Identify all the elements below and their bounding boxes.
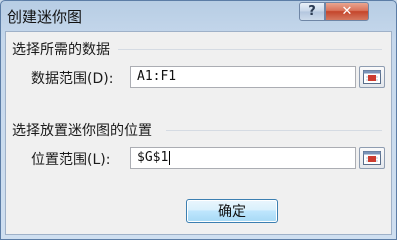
create-sparklines-dialog: 创建迷你图 ? ✕ 选择所需的数据 数据范围(D): A1:F1 选择放置迷你图… [0, 0, 397, 240]
location-section-heading: 选择放置迷你图的位置 [12, 123, 152, 139]
close-icon: ✕ [341, 4, 353, 19]
data-range-input[interactable]: A1:F1 [130, 66, 356, 88]
location-section-divider [166, 130, 382, 131]
dialog-title: 创建迷你图 [7, 8, 83, 26]
help-button[interactable]: ? [299, 2, 325, 21]
location-range-value: $G$1 [137, 150, 169, 165]
location-range-picker-button[interactable] [359, 147, 385, 169]
location-range-input[interactable]: $G$1 [130, 147, 356, 169]
ok-button[interactable]: 确定 [186, 199, 278, 223]
collapse-dialog-icon [363, 70, 381, 84]
data-range-value: A1:F1 [137, 69, 177, 84]
data-section-divider [118, 49, 382, 50]
collapse-dialog-icon [363, 151, 381, 165]
close-button[interactable]: ✕ [325, 2, 369, 21]
text-caret [169, 150, 171, 165]
title-bar[interactable]: 创建迷你图 ? ✕ [1, 1, 396, 31]
data-section-heading: 选择所需的数据 [12, 42, 110, 58]
data-range-label: 数据范围(D): [31, 71, 114, 87]
dialog-body: 选择所需的数据 数据范围(D): A1:F1 选择放置迷你图的位置 位置范围(L… [5, 31, 392, 235]
location-range-label: 位置范围(L): [31, 152, 111, 168]
data-range-picker-button[interactable] [359, 66, 385, 88]
help-icon: ? [308, 4, 316, 19]
ok-button-label: 确定 [218, 204, 246, 220]
